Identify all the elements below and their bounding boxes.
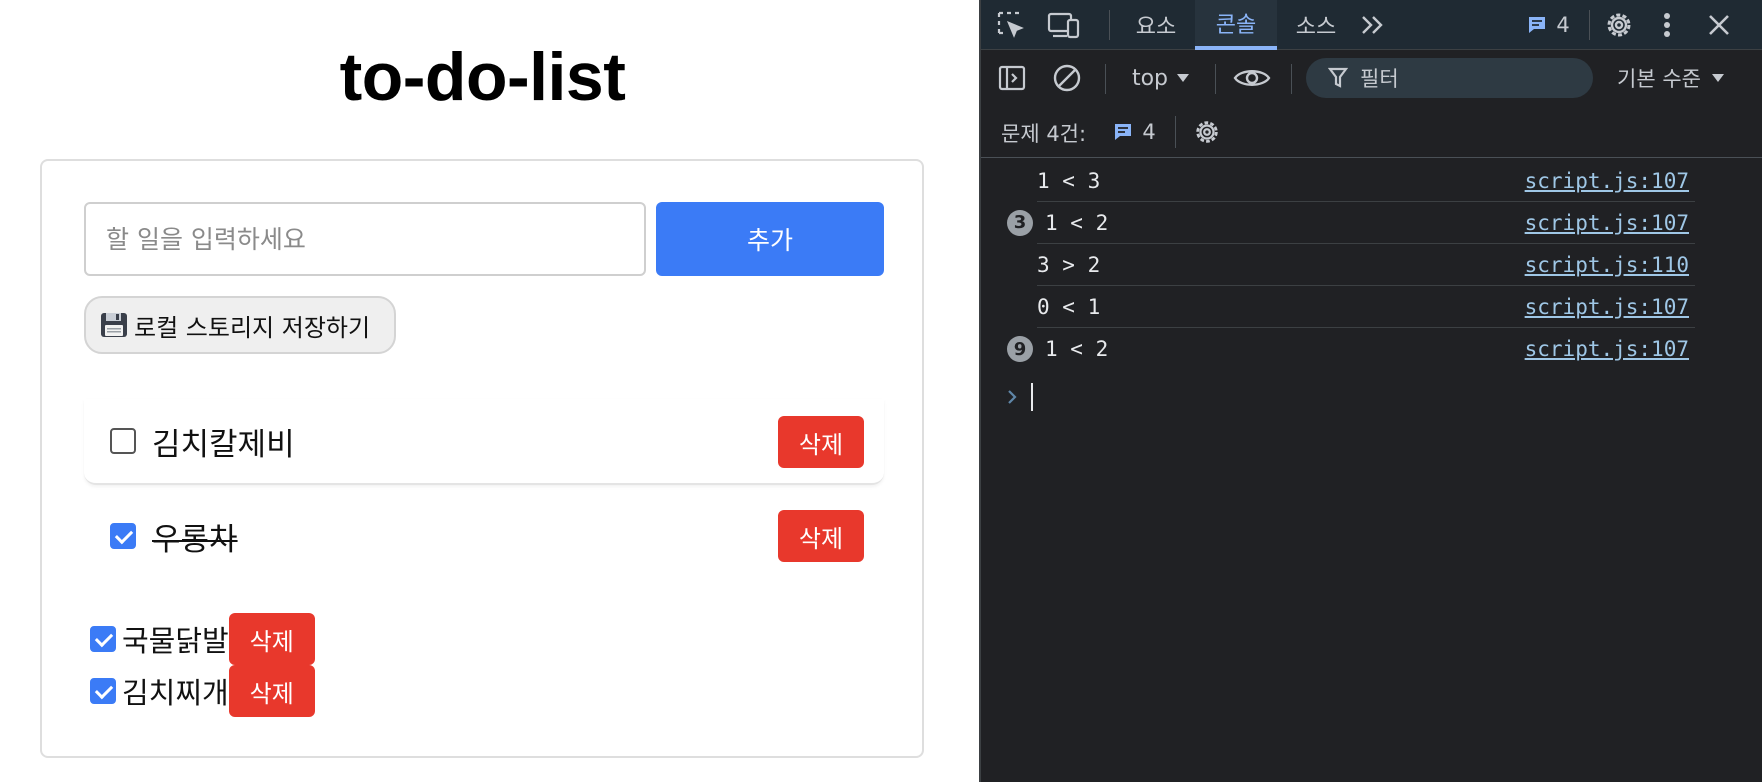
- tab-elements[interactable]: 요소: [1121, 0, 1191, 50]
- filter-input[interactable]: 필터: [1306, 58, 1593, 98]
- log-message: 3 > 2: [1037, 252, 1101, 277]
- delete-button[interactable]: 삭제: [228, 665, 315, 717]
- context-selector[interactable]: top: [1123, 62, 1199, 94]
- todo-page: to-do-list 추가 로컬 스토리지 저장하기 김치칼제비 삭제: [0, 0, 979, 782]
- more-options-icon[interactable]: [1655, 9, 1679, 41]
- divider: [1175, 116, 1176, 148]
- todo-text: 우롱차: [152, 521, 238, 558]
- more-tabs-icon[interactable]: [1357, 10, 1389, 40]
- log-level-dropdown[interactable]: 기본 수준: [1617, 60, 1757, 96]
- console-prompt[interactable]: [1007, 382, 1033, 412]
- log-source-link[interactable]: script.js:107: [1525, 295, 1689, 319]
- devtools-tabbar: 요소 콘솔 소스 4: [981, 0, 1762, 50]
- todo-input[interactable]: [84, 202, 646, 276]
- issues-count-button[interactable]: 4: [1107, 117, 1161, 147]
- repeat-count-badge: 9: [1007, 336, 1033, 362]
- log-source-link[interactable]: script.js:107: [1525, 337, 1689, 361]
- todo-checkbox[interactable]: [110, 428, 136, 454]
- todo-text: 국물닭발: [122, 624, 229, 658]
- delete-button[interactable]: 삭제: [228, 613, 315, 665]
- issues-settings-gear-icon[interactable]: [1191, 116, 1223, 148]
- divider: [1291, 64, 1292, 94]
- caret-down-icon: [1711, 74, 1724, 82]
- save-button-label: 로컬 스토리지 저장하기: [134, 313, 371, 342]
- issues-button[interactable]: 4: [1513, 12, 1583, 38]
- log-message: 1 < 3: [1037, 168, 1101, 193]
- caret-down-icon: [1177, 74, 1190, 82]
- log-source-link[interactable]: script.js:107: [1525, 211, 1689, 235]
- context-value: top: [1131, 65, 1169, 91]
- console-log-row: 0 < 1 script.js:107: [1037, 286, 1695, 328]
- divider: [1215, 64, 1216, 94]
- issues-label: 문제 4건:: [1001, 122, 1087, 146]
- todo-checkbox[interactable]: [90, 678, 116, 704]
- filter-funnel-icon: [1328, 67, 1348, 88]
- settings-gear-icon[interactable]: [1603, 9, 1635, 41]
- log-message: 1 < 2: [1045, 210, 1109, 235]
- log-source-link[interactable]: script.js:110: [1525, 253, 1689, 277]
- todo-checkbox[interactable]: [90, 626, 116, 652]
- console-log-row: 3 1 < 2 script.js:107: [1007, 202, 1695, 244]
- repeat-count-badge: 3: [1007, 209, 1033, 236]
- inspect-element-icon[interactable]: [995, 9, 1027, 41]
- devtools-panel: 요소 콘솔 소스 4 top 필터 기본 수준 문제 4건: 4 1 < 3 s…: [979, 0, 1762, 782]
- live-expression-eye-icon[interactable]: [1231, 62, 1273, 94]
- page-title: to-do-list: [339, 39, 626, 115]
- clear-console-icon[interactable]: [1051, 62, 1083, 94]
- console-log-row: 1 < 3 script.js:107: [1037, 160, 1695, 202]
- log-level-value: 기본 수준: [1617, 67, 1701, 91]
- todo-item: 국물닭발 삭제: [90, 613, 315, 665]
- issues-bar: 문제 4건: 4: [981, 108, 1762, 158]
- todo-text: 김치칼제비: [152, 426, 295, 463]
- prompt-chevron-icon: [1008, 390, 1017, 404]
- filter-placeholder: 필터: [1360, 67, 1399, 91]
- divider: [1109, 10, 1110, 40]
- sidebar-toggle-icon[interactable]: [997, 62, 1027, 94]
- todo-item: 김치찌개 삭제: [90, 665, 315, 717]
- todo-checkbox[interactable]: [110, 523, 136, 549]
- device-toolbar-icon[interactable]: [1047, 9, 1081, 41]
- console-log-row: 9 1 < 2 script.js:107: [1007, 328, 1695, 370]
- divider: [1105, 64, 1106, 94]
- todo-text: 김치찌개: [122, 676, 229, 710]
- log-message: 0 < 1: [1037, 294, 1101, 319]
- tab-console[interactable]: 콘솔: [1195, 0, 1277, 50]
- message-icon: [1529, 17, 1546, 33]
- log-message: 1 < 2: [1045, 337, 1109, 361]
- todo-item: 우롱차 삭제: [84, 493, 884, 579]
- message-icon: [1115, 124, 1132, 140]
- divider: [1589, 10, 1590, 40]
- close-icon[interactable]: [1703, 9, 1735, 41]
- todo-card: 추가 로컬 스토리지 저장하기 김치칼제비 삭제 우: [40, 159, 924, 758]
- save-local-storage-button[interactable]: 로컬 스토리지 저장하기: [84, 296, 396, 354]
- issues-badge-count: 4: [1556, 13, 1570, 37]
- text-caret: [1031, 383, 1033, 411]
- log-source-link[interactable]: script.js:107: [1525, 169, 1689, 193]
- tab-sources[interactable]: 소스: [1281, 0, 1351, 50]
- delete-button[interactable]: 삭제: [778, 510, 864, 562]
- console-log-row: 3 > 2 script.js:110: [1037, 244, 1695, 286]
- issues-count: 4: [1142, 120, 1156, 144]
- add-button[interactable]: 추가: [656, 202, 884, 276]
- delete-button[interactable]: 삭제: [778, 416, 864, 468]
- todo-item: 김치칼제비 삭제: [84, 399, 884, 485]
- floppy-disk-icon: [100, 311, 128, 339]
